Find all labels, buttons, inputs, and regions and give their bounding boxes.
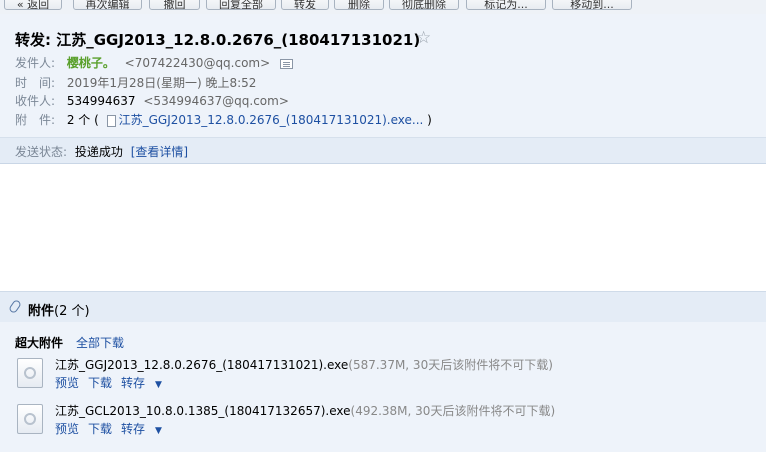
- time-label: 时 间:: [15, 76, 56, 90]
- delete-button[interactable]: 删除: [334, 0, 384, 10]
- attachment-info: (492.38M, 30天后该附件将不可下载): [350, 404, 556, 418]
- time-value: 2019年1月28日(星期一) 晚上8:52: [66, 76, 257, 90]
- toolbar: « 返回 再次编辑 撤回 回复全部 转发 删除 彻底删除 标记为... 移动到.…: [0, 0, 766, 14]
- paperclip-icon: [7, 298, 23, 315]
- attachments-title: 附件(2 个): [28, 300, 90, 319]
- attachments-body: 超大附件 全部下载 江苏_GGJ2013_12.8.0.2676_(180417…: [0, 322, 766, 452]
- sender-label: 发件人:: [15, 56, 56, 70]
- save-to-menu[interactable]: 转存 ▼: [121, 376, 171, 390]
- chevron-down-icon: ▼: [155, 380, 162, 390]
- attachment-count: 2 个 (: [66, 113, 99, 127]
- attachment-name-row: 江苏_GGJ2013_12.8.0.2676_(180417131021).ex…: [55, 356, 553, 373]
- recipient-row: 收件人: 534994637 <534994637@qq.com>: [15, 93, 289, 109]
- status-label: 发送状态:: [15, 145, 68, 159]
- mail-subject: 转发: 江苏_GGJ2013_12.8.0.2676_(180417131021…: [15, 31, 421, 49]
- attachment-preview-link[interactable]: 江苏_GGJ2013_12.8.0.2676_(180417131021).ex…: [119, 113, 424, 127]
- recall-button[interactable]: 撤回: [149, 0, 200, 10]
- save-to-label: 转存: [121, 422, 146, 436]
- download-link[interactable]: 下载: [88, 422, 112, 436]
- preview-link[interactable]: 预览: [55, 376, 79, 390]
- star-icon[interactable]: ☆: [416, 28, 431, 48]
- view-details-link[interactable]: [查看详情]: [131, 145, 188, 159]
- attachment-filename[interactable]: 江苏_GCL2013_10.8.0.1385_(180417132657).ex…: [55, 404, 351, 418]
- back-button[interactable]: « 返回: [4, 0, 62, 10]
- attachments-header: 附件(2 个): [0, 291, 766, 322]
- contact-card-icon[interactable]: [280, 58, 293, 69]
- sender-name[interactable]: 樱桃子。: [67, 56, 115, 70]
- recipient-label: 收件人:: [15, 94, 56, 108]
- file-icon: [106, 114, 116, 127]
- recipient-email: <534994637@qq.com>: [143, 94, 289, 108]
- delivery-status-bar: 发送状态: 投递成功 [查看详情]: [0, 137, 766, 164]
- time-row: 时 间: 2019年1月28日(星期一) 晚上8:52: [15, 75, 256, 91]
- preview-link[interactable]: 预览: [55, 422, 79, 436]
- exe-file-icon: [17, 358, 43, 388]
- exe-file-icon: [17, 404, 43, 434]
- save-to-label: 转存: [121, 376, 146, 390]
- attachment-row: 附 件: 2 个 ( 江苏_GGJ2013_12.8.0.2676_(18041…: [15, 112, 432, 128]
- forward-button[interactable]: 转发: [281, 0, 329, 10]
- mark-as-menu[interactable]: 标记为...: [466, 0, 546, 10]
- reply-all-button[interactable]: 回复全部: [206, 0, 276, 10]
- chevron-down-icon: ▼: [155, 426, 162, 436]
- download-all-link[interactable]: 全部下载: [76, 334, 124, 351]
- move-to-menu[interactable]: 移动到...: [552, 0, 632, 10]
- recipient-name[interactable]: 534994637: [67, 94, 136, 108]
- attachments-count: (2 个): [54, 304, 90, 319]
- re-edit-button[interactable]: 再次编辑: [73, 0, 142, 10]
- attachment-item: 江苏_GGJ2013_12.8.0.2676_(180417131021).ex…: [15, 356, 755, 396]
- attachments-title-text: 附件: [28, 304, 55, 319]
- sender-email: <707422430@qq.com>: [124, 56, 271, 70]
- attachment-close-paren: ): [427, 113, 432, 127]
- status-value: 投递成功: [74, 145, 123, 159]
- sender-row: 发件人: 樱桃子。 <707422430@qq.com>: [15, 55, 293, 71]
- delete-permanently-button[interactable]: 彻底删除: [389, 0, 459, 10]
- status-row: 发送状态: 投递成功 [查看详情]: [15, 144, 188, 160]
- download-link[interactable]: 下载: [88, 376, 112, 390]
- attachment-actions: 预览 下载 转存 ▼: [55, 374, 180, 391]
- attachment-filename[interactable]: 江苏_GGJ2013_12.8.0.2676_(180417131021).ex…: [55, 358, 348, 372]
- save-to-menu[interactable]: 转存 ▼: [121, 422, 171, 436]
- attachment-label: 附 件:: [15, 113, 56, 127]
- attachment-item: 江苏_GCL2013_10.8.0.1385_(180417132657).ex…: [15, 402, 755, 442]
- mail-header: 转发: 江苏_GGJ2013_12.8.0.2676_(180417131021…: [0, 14, 766, 137]
- attachment-info: (587.37M, 30天后该附件将不可下载): [348, 358, 553, 372]
- large-attachments-label: 超大附件: [15, 336, 64, 350]
- attachment-actions: 预览 下载 转存 ▼: [55, 420, 180, 437]
- attachment-name-row: 江苏_GCL2013_10.8.0.1385_(180417132657).ex…: [55, 402, 555, 419]
